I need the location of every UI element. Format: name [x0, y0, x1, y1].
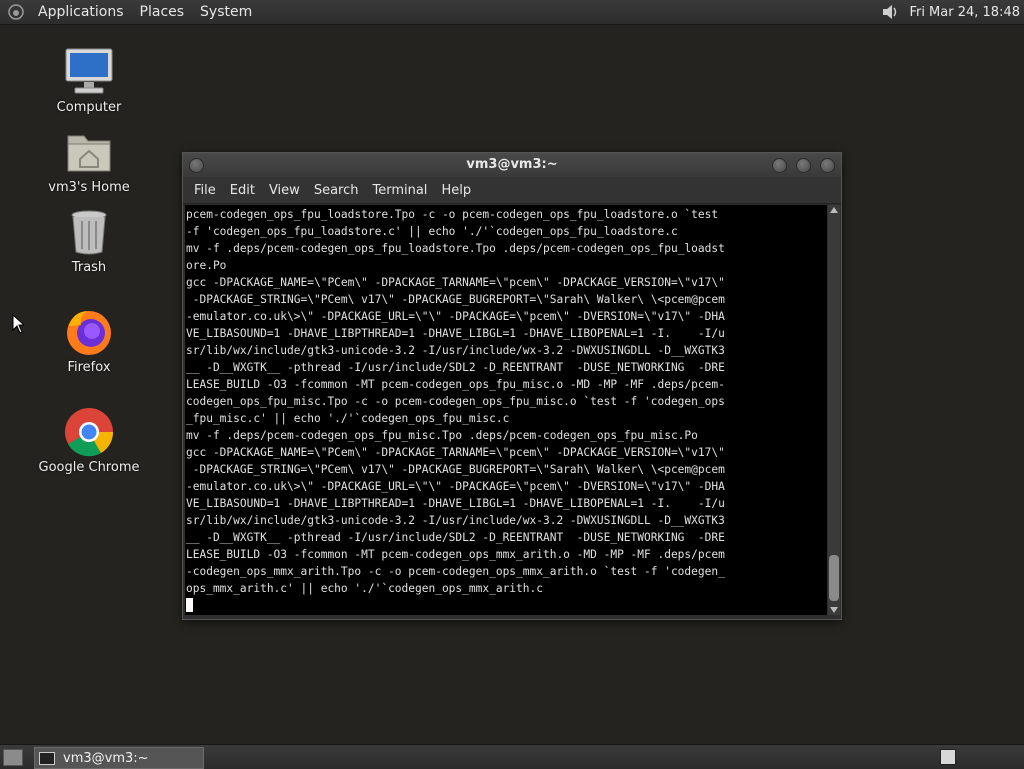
computer-icon [65, 48, 113, 94]
places-menu[interactable]: Places [132, 0, 193, 24]
window-titlebar[interactable]: vm3@vm3:~ [183, 153, 841, 177]
applications-menu[interactable]: Applications [30, 0, 132, 24]
desktop-icon-chrome[interactable]: Google Chrome [29, 406, 149, 475]
terminal-line: -DPACKAGE_STRING=\"PCem\ v17\" -DPACKAGE… [186, 293, 725, 306]
desktop-icon-label: vm3's Home [48, 180, 130, 195]
desktop-icon-label: Firefox [67, 360, 111, 375]
menu-terminal[interactable]: Terminal [365, 183, 434, 198]
terminal-icon [39, 751, 55, 765]
show-desktop-icon[interactable] [3, 749, 23, 766]
terminal-line: -DPACKAGE_STRING=\"PCem\ v17\" -DPACKAGE… [186, 463, 725, 476]
desktop-icon-computer[interactable]: Computer [29, 46, 149, 115]
desktop-icon-label: Computer [56, 100, 122, 115]
terminal-line: _fpu_misc.c' || echo './'`codegen_ops_fp… [186, 412, 510, 425]
scroll-down-arrow-icon[interactable] [830, 607, 838, 613]
desktop-icon-label: Trash [71, 260, 107, 275]
terminal-line: __ -D__WXGTK__ -pthread -I/usr/include/S… [186, 531, 725, 544]
bottom-panel: vm3@vm3:~ [0, 744, 1024, 769]
home-folder-icon [67, 135, 111, 172]
desktop-icon-firefox[interactable]: Firefox [29, 306, 149, 375]
volume-icon[interactable] [881, 3, 899, 21]
menu-help[interactable]: Help [434, 183, 478, 198]
scroll-thumb[interactable] [829, 555, 839, 601]
terminal-line: gcc -DPACKAGE_NAME=\"PCem\" -DPACKAGE_TA… [186, 446, 725, 459]
terminal-scrollbar[interactable] [828, 205, 840, 615]
terminal-line: VE_LIBASOUND=1 -DHAVE_LIBPTHREAD=1 -DHAV… [186, 497, 725, 510]
maximize-button[interactable] [796, 158, 811, 173]
workspace-switcher[interactable] [940, 749, 956, 765]
clock[interactable]: Fri Mar 24, 18:48 [909, 5, 1020, 20]
taskbar-label: vm3@vm3:~ [63, 750, 149, 766]
menu-search[interactable]: Search [307, 183, 366, 198]
terminal-line: ops_mmx_arith.c' || echo './'`codegen_op… [186, 582, 543, 595]
terminal-line: pcem-codegen_ops_fpu_loadstore.Tpo -c -o… [186, 208, 719, 221]
desktop-icon-home[interactable]: vm3's Home [29, 126, 149, 195]
system-menu[interactable]: System [192, 0, 260, 24]
terminal-line: VE_LIBASOUND=1 -DHAVE_LIBPTHREAD=1 -DHAV… [186, 327, 725, 340]
firefox-icon [67, 311, 111, 355]
menu-edit[interactable]: Edit [223, 183, 262, 198]
terminal-cursor [186, 598, 193, 612]
panel-tray: Fri Mar 24, 18:48 [881, 0, 1020, 24]
terminal-line: LEASE_BUILD -O3 -fcommon -MT pcem-codege… [186, 548, 725, 561]
terminal-line: mv -f .deps/pcem-codegen_ops_fpu_misc.Tp… [186, 429, 698, 442]
terminal-output[interactable]: pcem-codegen_ops_fpu_loadstore.Tpo -c -o… [185, 205, 827, 615]
terminal-line: ore.Po [186, 259, 227, 272]
desktop-icon-label: Google Chrome [38, 460, 140, 475]
terminal-line: __ -D__WXGTK__ -pthread -I/usr/include/S… [186, 361, 725, 374]
terminal-line: LEASE_BUILD -O3 -fcommon -MT pcem-codege… [186, 378, 725, 391]
desktop-icon-trash[interactable]: Trash [29, 206, 149, 275]
terminal-line: -emulator.co.uk\>\" -DPACKAGE_URL=\"\" -… [186, 310, 725, 323]
terminal-line: -f 'codegen_ops_fpu_loadstore.c' || echo… [186, 225, 678, 238]
terminal-line: sr/lib/wx/include/gtk3-unicode-3.2 -I/us… [186, 514, 725, 527]
taskbar-terminal-button[interactable]: vm3@vm3:~ [34, 747, 204, 769]
window-menu-button[interactable] [189, 158, 204, 173]
minimize-button[interactable] [772, 158, 787, 173]
terminal-menubar: File Edit View Search Terminal Help [183, 177, 841, 204]
terminal-line: -emulator.co.uk\>\" -DPACKAGE_URL=\"\" -… [186, 480, 725, 493]
terminal-line: sr/lib/wx/include/gtk3-unicode-3.2 -I/us… [186, 344, 725, 357]
terminal-text: pcem-codegen_ops_fpu_loadstore.Tpo -c -o… [185, 205, 827, 614]
terminal-line: codegen_ops_fpu_misc.Tpo -c -o pcem-code… [186, 395, 725, 408]
chrome-icon [65, 408, 114, 457]
terminal-window[interactable]: vm3@vm3:~ File Edit View Search Terminal… [182, 152, 842, 620]
menu-view[interactable]: View [262, 183, 307, 198]
close-button[interactable] [820, 158, 835, 173]
menu-file[interactable]: File [187, 183, 223, 198]
scroll-up-arrow-icon[interactable] [830, 207, 838, 213]
mouse-pointer-icon [12, 314, 24, 334]
gnome-foot-icon[interactable] [8, 4, 24, 20]
terminal-line: mv -f .deps/pcem-codegen_ops_fpu_loadsto… [186, 242, 725, 255]
window-title: vm3@vm3:~ [466, 157, 558, 172]
terminal-line: gcc -DPACKAGE_NAME=\"PCem\" -DPACKAGE_TA… [186, 276, 725, 289]
trash-icon [71, 210, 107, 255]
top-panel: Applications Places System Fri Mar 24, 1… [0, 0, 1024, 25]
terminal-line: -codegen_ops_mmx_arith.Tpo -c -o pcem-co… [186, 565, 725, 578]
